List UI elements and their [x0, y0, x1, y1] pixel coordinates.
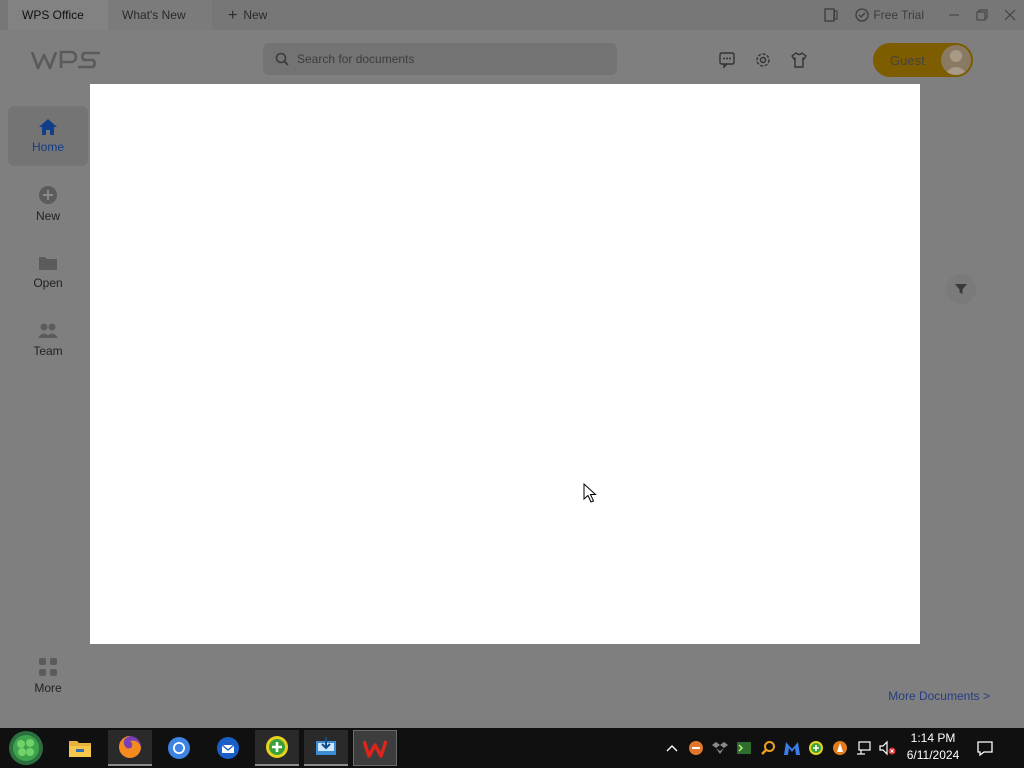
taskbar-chrome[interactable]: [157, 730, 201, 766]
network-icon[interactable]: [852, 728, 876, 768]
file-explorer-icon: [69, 741, 91, 757]
filter-button[interactable]: [946, 274, 976, 304]
taskbar-wps-office[interactable]: [353, 730, 397, 766]
clock-date: 6/11/2024: [906, 748, 960, 762]
team-icon: [38, 323, 58, 338]
new-tab-button[interactable]: + New: [222, 0, 273, 30]
skin-shirt-icon[interactable]: [789, 50, 809, 70]
settings-gear-icon[interactable]: [753, 50, 773, 70]
taskbar: 1:14 PM 6/11/2024: [0, 728, 1024, 768]
sidebar-item-more[interactable]: More: [8, 646, 88, 706]
sidebar-item-label: Open: [33, 276, 63, 290]
system-tray: [660, 728, 900, 768]
chrome-icon: [168, 737, 190, 759]
loading-dialog-panel: [90, 84, 920, 644]
start-orb-icon: [9, 731, 43, 765]
folder-icon: [39, 257, 57, 270]
sidebar-item-team[interactable]: Team: [8, 310, 88, 370]
search-bar[interactable]: [263, 43, 617, 75]
tablet-mode-icon[interactable]: [817, 0, 845, 30]
sidebar-item-label: Home: [31, 140, 64, 154]
orange-disc-icon[interactable]: [684, 728, 708, 768]
taskbar-installer[interactable]: [304, 730, 348, 766]
volume-muted-icon[interactable]: [876, 728, 900, 768]
plus-circle-icon: [39, 186, 57, 204]
vlc-cone-icon[interactable]: [828, 728, 852, 768]
wps-logo: [30, 50, 100, 70]
sidebar-item-label: Team: [33, 344, 63, 358]
green-plus-tray-icon[interactable]: [804, 728, 828, 768]
taskbar-file-explorer[interactable]: [58, 730, 102, 766]
tab-wps-office[interactable]: WPS Office: [8, 0, 108, 30]
sidebar-item-label: New: [35, 209, 60, 223]
more-apps-grid-icon: [39, 658, 57, 676]
free-trial-label: Free Trial: [873, 8, 924, 22]
installer-icon: [316, 737, 336, 755]
search-magnifier-tray-icon[interactable]: [756, 728, 780, 768]
terminal-app-icon[interactable]: [732, 728, 756, 768]
close-icon[interactable]: [996, 0, 1024, 30]
feedback-icon[interactable]: [717, 50, 737, 70]
sidebar-more-label: More: [34, 681, 62, 695]
guest-label: Guest: [890, 52, 925, 68]
user-avatar-icon: [944, 50, 968, 75]
search-icon: [275, 52, 289, 66]
guest-login-button[interactable]: Guest: [873, 43, 973, 77]
minimize-icon[interactable]: [940, 0, 968, 30]
filter-icon: [955, 284, 967, 294]
restore-icon[interactable]: [968, 0, 996, 30]
taskbar-firefox[interactable]: [108, 730, 152, 766]
plus-icon: +: [228, 7, 238, 24]
taskbar-green-plus-app[interactable]: [255, 730, 299, 766]
sidebar-item-open[interactable]: Open: [8, 242, 88, 302]
more-documents-link[interactable]: More Documents >: [888, 689, 990, 703]
malwarebytes-icon[interactable]: [780, 728, 804, 768]
wps-office-icon: [363, 740, 387, 758]
new-tab-label: New: [243, 8, 268, 22]
taskbar-thunderbird[interactable]: [206, 730, 250, 766]
home-icon: [39, 119, 57, 135]
start-button[interactable]: [4, 730, 48, 766]
notification-center-icon[interactable]: [973, 736, 997, 760]
mouse-cursor-icon: [583, 483, 597, 503]
show-hidden-icons-chevron-icon[interactable]: [660, 728, 684, 768]
clock-time: 1:14 PM: [910, 731, 956, 745]
avatar: [941, 45, 971, 75]
title-bar: WPS Office What's New + New Free Trial: [0, 0, 1024, 30]
firefox-icon: [119, 736, 141, 758]
sidebar-item-home[interactable]: Home: [8, 106, 88, 166]
taskbar-clock[interactable]: 1:14 PM 6/11/2024: [898, 730, 968, 764]
free-trial-button[interactable]: Free Trial: [855, 8, 924, 22]
sidebar-item-new[interactable]: New: [8, 174, 88, 234]
free-trial-icon: [855, 8, 869, 22]
tab-whats-new[interactable]: What's New: [108, 0, 212, 30]
green-plus-app-icon: [266, 736, 288, 758]
thunderbird-icon: [217, 737, 239, 759]
search-input[interactable]: [297, 52, 597, 66]
dropbox-icon[interactable]: [708, 728, 732, 768]
